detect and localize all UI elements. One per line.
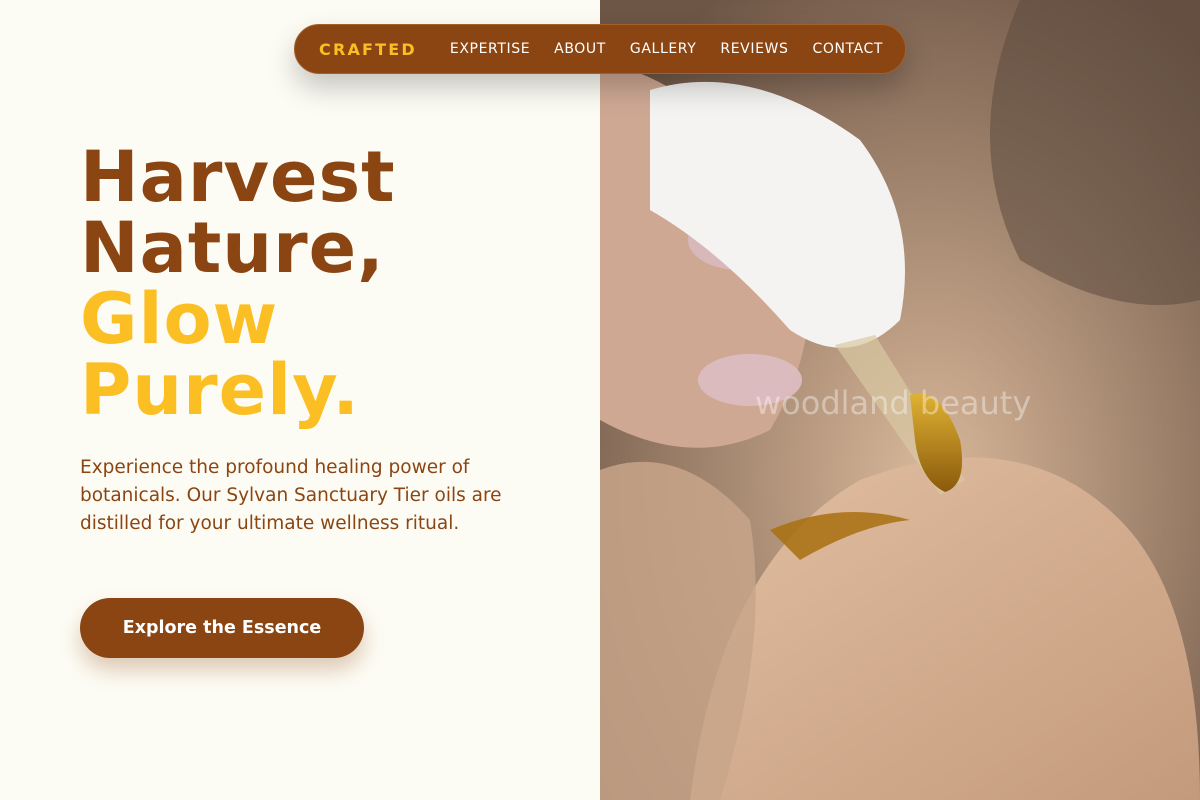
nav-item-gallery[interactable]: GALLERY — [630, 41, 696, 57]
hero-left-panel: Harvest Nature, Glow Purely. Experience … — [0, 0, 600, 800]
hero-description: Experience the profound healing power of… — [80, 457, 502, 534]
image-watermark: woodland beauty — [755, 384, 1032, 422]
explore-essence-button[interactable]: Explore the Essence — [80, 598, 364, 658]
hero-headline: Harvest Nature, Glow Purely. — [80, 142, 396, 426]
headline-line-1: Harvest — [80, 136, 396, 218]
headline-line-3: Glow — [80, 278, 279, 360]
nav-item-expertise[interactable]: EXPERTISE — [450, 41, 530, 57]
headline-line-2: Nature, — [80, 207, 385, 289]
headline-line-4: Purely. — [80, 349, 360, 431]
top-navigation: CRAFTED EXPERTISE ABOUT GALLERY REVIEWS … — [294, 24, 906, 74]
nav-item-reviews[interactable]: REVIEWS — [720, 41, 788, 57]
brand-logo[interactable]: CRAFTED — [319, 40, 417, 59]
nav-item-contact[interactable]: CONTACT — [812, 41, 883, 57]
hero-image: woodland beauty — [600, 0, 1200, 800]
nav-item-about[interactable]: ABOUT — [554, 41, 606, 57]
